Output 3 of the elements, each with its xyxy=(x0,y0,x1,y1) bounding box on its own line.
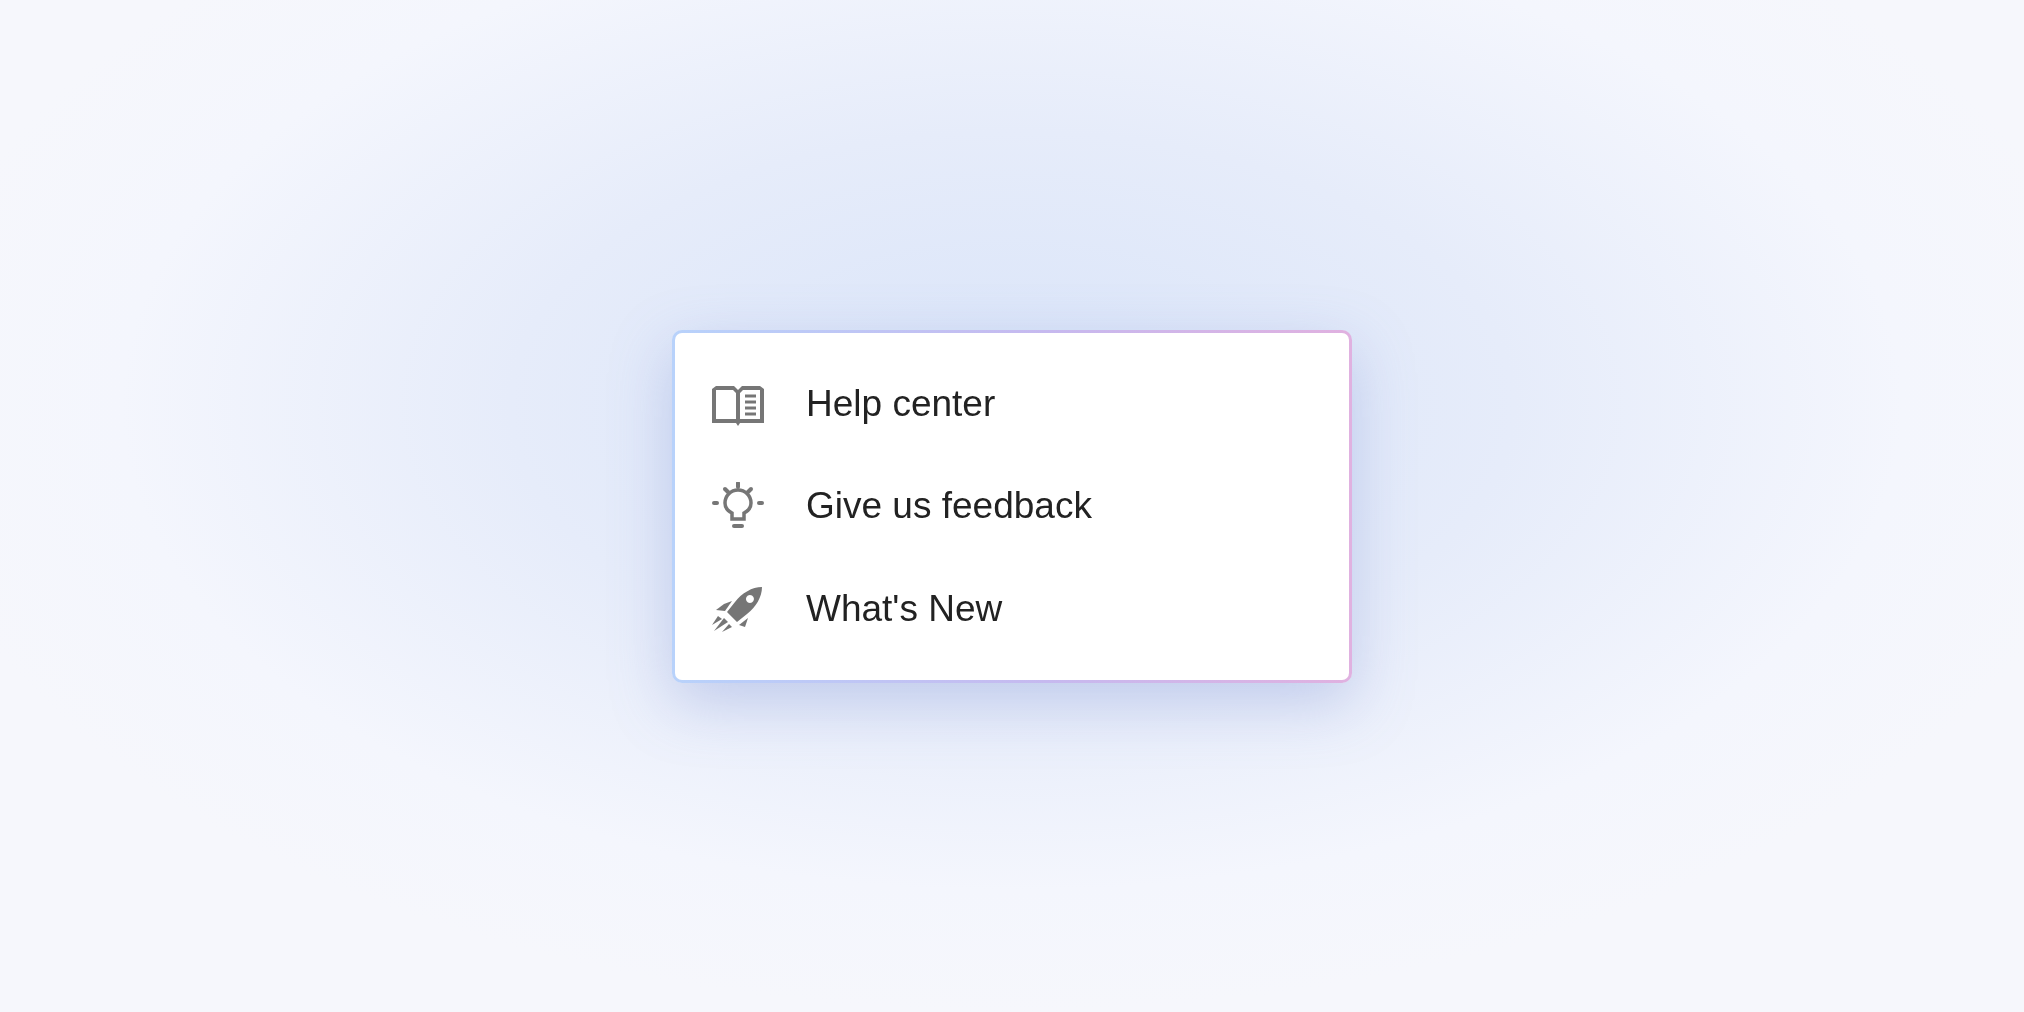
menu-item[interactable]: Help center xyxy=(675,352,1349,455)
menu-item[interactable]: What's New xyxy=(675,557,1349,660)
menu-item[interactable]: Give us feedback xyxy=(675,454,1349,558)
